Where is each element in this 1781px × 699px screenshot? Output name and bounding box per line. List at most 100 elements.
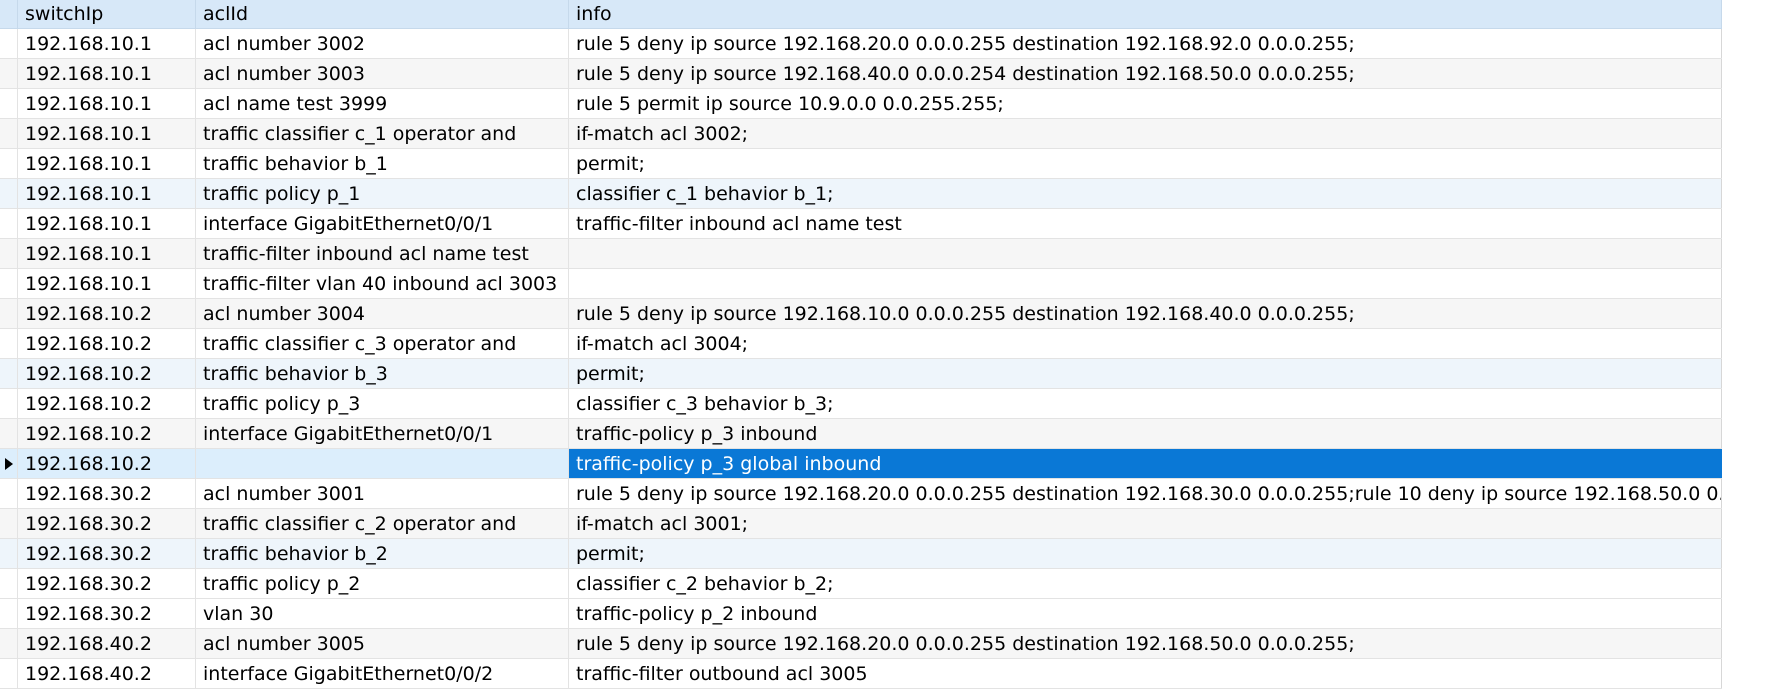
switch-ip-cell[interactable]: 192.168.10.2 [18,359,196,388]
table-row[interactable]: 192.168.10.1 acl name test 3999 rule 5 p… [0,89,1722,119]
table-row[interactable]: 192.168.10.1 traffic policy p_1 classifi… [0,179,1722,209]
info-cell[interactable]: traffic-policy p_3 inbound [569,419,1722,448]
info-cell[interactable] [569,239,1722,268]
acl-id-cell[interactable]: traffic-filter vlan 40 inbound acl 3003 [196,269,569,298]
table-row[interactable]: 192.168.10.1 acl number 3003 rule 5 deny… [0,59,1722,89]
info-cell[interactable]: if-match acl 3004; [569,329,1722,358]
switch-ip-cell[interactable]: 192.168.10.1 [18,149,196,178]
acl-id-cell[interactable]: traffic classifier c_3 operator and [196,329,569,358]
table-row[interactable]: 192.168.10.1 interface GigabitEthernet0/… [0,209,1722,239]
row-indicator[interactable] [0,569,18,598]
acl-id-cell[interactable]: acl number 3004 [196,299,569,328]
switch-ip-cell[interactable]: 192.168.30.2 [18,509,196,538]
switch-ip-cell[interactable]: 192.168.10.1 [18,29,196,58]
info-cell[interactable]: traffic-filter outbound acl 3005 [569,659,1722,688]
switch-ip-cell[interactable]: 192.168.10.2 [18,299,196,328]
row-indicator[interactable] [0,269,18,298]
acl-id-cell[interactable] [196,449,569,478]
row-indicator[interactable] [0,29,18,58]
row-indicator[interactable] [0,629,18,658]
table-row[interactable]: 192.168.30.2 acl number 3001 rule 5 deny… [0,479,1722,509]
row-indicator[interactable] [0,239,18,268]
switch-ip-cell[interactable]: 192.168.40.2 [18,629,196,658]
row-indicator[interactable] [0,419,18,448]
acl-id-cell[interactable]: traffic policy p_2 [196,569,569,598]
table-row[interactable]: 192.168.10.1 traffic behavior b_1 permit… [0,149,1722,179]
switch-ip-cell[interactable]: 192.168.10.1 [18,209,196,238]
column-header-acl-id[interactable]: aclId [196,0,569,28]
switch-ip-cell[interactable]: 192.168.30.2 [18,479,196,508]
info-cell[interactable]: permit; [569,539,1722,568]
switch-ip-cell[interactable]: 192.168.10.2 [18,419,196,448]
acl-id-cell[interactable]: acl number 3003 [196,59,569,88]
row-indicator[interactable] [0,209,18,238]
row-indicator[interactable] [0,359,18,388]
switch-ip-cell[interactable]: 192.168.40.2 [18,659,196,688]
info-cell[interactable]: rule 5 deny ip source 192.168.40.0 0.0.0… [569,59,1722,88]
acl-id-cell[interactable]: interface GigabitEthernet0/0/2 [196,659,569,688]
acl-id-cell[interactable]: acl number 3005 [196,629,569,658]
info-cell[interactable]: classifier c_2 behavior b_2; [569,569,1722,598]
row-indicator[interactable] [0,89,18,118]
acl-id-cell[interactable]: interface GigabitEthernet0/0/1 [196,419,569,448]
acl-id-cell[interactable]: traffic behavior b_1 [196,149,569,178]
info-cell[interactable]: permit; [569,359,1722,388]
table-row[interactable]: 192.168.30.2 traffic classifier c_2 oper… [0,509,1722,539]
row-indicator[interactable] [0,179,18,208]
row-indicator[interactable] [0,389,18,418]
acl-id-cell[interactable]: traffic policy p_3 [196,389,569,418]
table-row[interactable]: 192.168.40.2 acl number 3005 rule 5 deny… [0,629,1722,659]
info-cell[interactable]: rule 5 permit ip source 10.9.0.0 0.0.255… [569,89,1722,118]
info-cell[interactable]: classifier c_3 behavior b_3; [569,389,1722,418]
table-row[interactable]: 192.168.10.2 traffic behavior b_3 permit… [0,359,1722,389]
acl-id-cell[interactable]: traffic classifier c_2 operator and [196,509,569,538]
acl-id-cell[interactable]: traffic-filter inbound acl name test [196,239,569,268]
table-row[interactable]: 192.168.10.2 acl number 3004 rule 5 deny… [0,299,1722,329]
switch-ip-cell[interactable]: 192.168.10.1 [18,89,196,118]
row-indicator[interactable] [0,659,18,688]
switch-ip-cell[interactable]: 192.168.10.2 [18,389,196,418]
switch-ip-cell[interactable]: 192.168.10.1 [18,59,196,88]
info-cell[interactable]: rule 5 deny ip source 192.168.10.0 0.0.0… [569,299,1722,328]
table-row[interactable]: 192.168.30.2 traffic policy p_2 classifi… [0,569,1722,599]
info-cell[interactable]: rule 5 deny ip source 192.168.20.0 0.0.0… [569,479,1722,508]
acl-id-cell[interactable]: acl name test 3999 [196,89,569,118]
info-cell[interactable]: if-match acl 3002; [569,119,1722,148]
table-row[interactable]: 192.168.10.1 traffic classifier c_1 oper… [0,119,1722,149]
switch-ip-cell[interactable]: 192.168.30.2 [18,599,196,628]
switch-ip-cell[interactable]: 192.168.10.1 [18,269,196,298]
switch-ip-cell[interactable]: 192.168.30.2 [18,539,196,568]
table-row[interactable]: 192.168.10.1 traffic-filter inbound acl … [0,239,1722,269]
switch-ip-cell[interactable]: 192.168.10.1 [18,179,196,208]
table-row[interactable]: 192.168.10.2 traffic classifier c_3 oper… [0,329,1722,359]
acl-id-cell[interactable]: vlan 30 [196,599,569,628]
switch-ip-cell[interactable]: 192.168.10.2 [18,329,196,358]
table-row[interactable]: 192.168.30.2 traffic behavior b_2 permit… [0,539,1722,569]
row-indicator[interactable] [0,329,18,358]
acl-id-cell[interactable]: traffic behavior b_2 [196,539,569,568]
acl-id-cell[interactable]: traffic policy p_1 [196,179,569,208]
acl-id-cell[interactable]: interface GigabitEthernet0/0/1 [196,209,569,238]
acl-id-cell[interactable]: acl number 3001 [196,479,569,508]
info-cell[interactable] [569,269,1722,298]
table-row-selected[interactable]: 192.168.10.2 traffic-policy p_3 global i… [0,449,1722,479]
row-indicator-current[interactable] [0,449,18,478]
info-cell[interactable]: traffic-filter inbound acl name test [569,209,1722,238]
row-indicator[interactable] [0,539,18,568]
acl-id-cell[interactable]: acl number 3002 [196,29,569,58]
selected-info-cell[interactable]: traffic-policy p_3 global inbound [569,449,1722,478]
row-indicator[interactable] [0,119,18,148]
switch-ip-cell[interactable]: 192.168.10.2 [18,449,196,478]
row-indicator[interactable] [0,149,18,178]
row-indicator[interactable] [0,509,18,538]
table-row[interactable]: 192.168.10.1 acl number 3002 rule 5 deny… [0,29,1722,59]
data-grid[interactable]: switchIp aclId info 192.168.10.1 acl num… [0,0,1722,689]
switch-ip-cell[interactable]: 192.168.10.1 [18,239,196,268]
switch-ip-cell[interactable]: 192.168.30.2 [18,569,196,598]
table-row[interactable]: 192.168.30.2 vlan 30 traffic-policy p_2 … [0,599,1722,629]
column-header-switch-ip[interactable]: switchIp [18,0,196,28]
info-cell[interactable]: if-match acl 3001; [569,509,1722,538]
table-row[interactable]: 192.168.40.2 interface GigabitEthernet0/… [0,659,1722,689]
switch-ip-cell[interactable]: 192.168.10.1 [18,119,196,148]
row-indicator[interactable] [0,479,18,508]
